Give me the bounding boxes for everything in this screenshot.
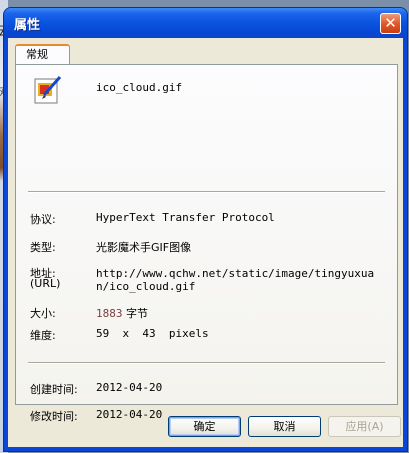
modified-label: 修改时间: bbox=[30, 410, 78, 423]
tab-general[interactable]: 常规 bbox=[15, 44, 70, 64]
close-icon: ✕ bbox=[384, 14, 397, 32]
dialog-client-area: 常规 ico_cloud.gif 协议: HyperText Transfer … bbox=[8, 38, 403, 447]
address-label-url: (URL) bbox=[30, 277, 61, 290]
dimensions-value: 59 x 43 pixels bbox=[96, 327, 209, 340]
window-title: 属性 bbox=[14, 18, 41, 33]
modified-value: 2012-04-20 bbox=[96, 408, 163, 421]
created-label: 创建时间: bbox=[30, 383, 78, 396]
size-value: 1883 字节 bbox=[96, 305, 148, 321]
properties-dialog: 属性 ✕ 常规 ico_cloud.gif 协议: HyperText Tran… bbox=[4, 8, 407, 451]
created-value: 2012-04-20 bbox=[96, 381, 163, 394]
divider bbox=[28, 191, 385, 193]
general-panel: ico_cloud.gif 协议: HyperText Transfer Pro… bbox=[15, 64, 398, 423]
protocol-label: 协议: bbox=[30, 213, 56, 226]
address-value[interactable]: http://www.qchw.net/static/image/tingyux… bbox=[96, 267, 386, 293]
cancel-button[interactable]: 取消 bbox=[248, 416, 321, 437]
image-file-icon bbox=[34, 76, 62, 104]
title-bar[interactable]: 属性 ✕ bbox=[4, 8, 407, 38]
dimensions-label: 维度: bbox=[30, 329, 56, 342]
size-unit: 字节 bbox=[126, 307, 148, 320]
size-number: 1883 bbox=[96, 307, 123, 320]
divider bbox=[28, 362, 385, 364]
file-name: ico_cloud.gif bbox=[96, 81, 183, 94]
type-value: 光影魔术手GIF图像 bbox=[96, 241, 192, 254]
protocol-value: HyperText Transfer Protocol bbox=[96, 211, 275, 224]
size-label: 大小: bbox=[30, 307, 56, 320]
close-button[interactable]: ✕ bbox=[380, 13, 401, 34]
ok-button[interactable]: 确定 bbox=[168, 416, 241, 437]
type-label: 类型: bbox=[30, 241, 56, 254]
apply-button[interactable]: 应用(A) bbox=[328, 416, 401, 437]
